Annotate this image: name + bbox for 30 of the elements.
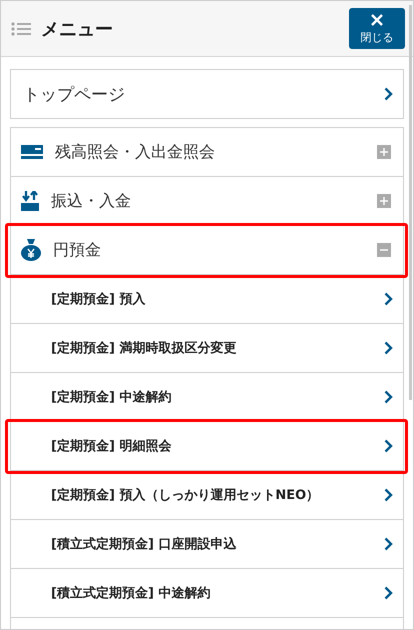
scrollbar[interactable]: [409, 5, 412, 400]
menu-section[interactable]: 円預金: [11, 226, 403, 275]
submenu-item[interactable]: [定期預金] 預入: [11, 275, 403, 324]
submenu-item[interactable]: [積立式定期預金] 中途解約: [11, 569, 403, 618]
submenu-item[interactable]: [積立式定期預金] 口座開設申込: [11, 520, 403, 569]
money-bag-icon: [21, 239, 41, 261]
menu-title: メニュー: [41, 18, 114, 40]
submenu-item[interactable]: [定期預金] 満期時取扱区分変更: [11, 324, 403, 373]
expand-icon[interactable]: [377, 145, 391, 159]
transfer-icon: [21, 191, 39, 211]
chevron-icon: [384, 488, 393, 502]
chevron-icon: [384, 439, 393, 453]
collapse-icon[interactable]: [377, 243, 391, 257]
menu-item[interactable]: トップページ: [10, 69, 404, 119]
menu-section[interactable]: 残高照会・入出金照会: [11, 128, 403, 177]
chevron-icon: [384, 341, 393, 355]
submenu-item[interactable]: [定期預金] 中途解約: [11, 373, 403, 422]
close-icon: [370, 12, 384, 26]
chevron-icon: [384, 390, 393, 404]
close-button[interactable]: 閉じる: [349, 8, 405, 49]
chevron-icon: [384, 292, 393, 306]
chevron-icon: [384, 87, 393, 101]
chevron-icon: [384, 537, 393, 551]
chevron-icon: [384, 586, 393, 600]
submenu-item[interactable]: [定期預金] 預入（しっかり運用セットNEO）: [11, 471, 403, 520]
list-icon: [11, 22, 31, 36]
menu-section[interactable]: 振込・入金: [11, 177, 403, 226]
expand-icon[interactable]: [377, 194, 391, 208]
submenu-item[interactable]: [定期預金] 明細照会: [11, 422, 403, 471]
card-icon: [21, 145, 43, 159]
